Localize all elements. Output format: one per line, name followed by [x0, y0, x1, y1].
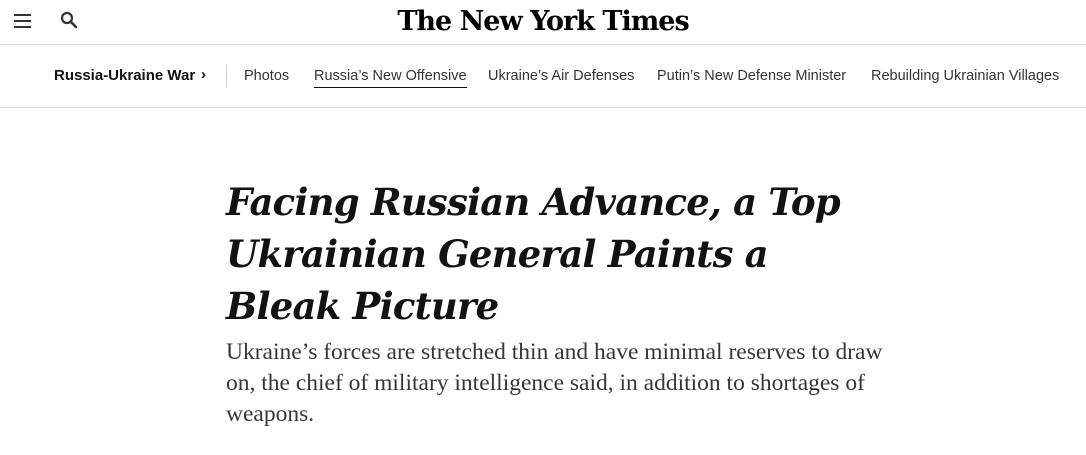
chevron-right-icon: › — [201, 66, 206, 83]
nyt-logo[interactable]: The New York Times — [0, 4, 1086, 40]
section-title-link[interactable]: Russia-Ukraine War — [54, 67, 195, 84]
top-bar: The New York Times — [0, 0, 1086, 45]
nav-link-russias-new-offensive[interactable]: Russia’s New Offensive — [314, 68, 467, 88]
nav-divider — [226, 65, 227, 87]
section-nav: Russia-Ukraine War › Photos Russia’s New… — [0, 45, 1086, 108]
nav-link-ukraines-air-defenses[interactable]: Ukraine’s Air Defenses — [488, 68, 634, 84]
nav-link-putins-new-defense-minister[interactable]: Putin’s New Defense Minister — [657, 68, 846, 84]
nav-link-photos[interactable]: Photos — [244, 68, 289, 84]
nav-link-rebuilding-ukrainian-villages[interactable]: Rebuilding Ukrainian Villages — [871, 68, 1059, 84]
article-summary: Ukraine’s forces are stretched thin and … — [226, 339, 883, 427]
article-headline: Facing Russian Advance, a Top Ukrainian … — [226, 180, 841, 328]
